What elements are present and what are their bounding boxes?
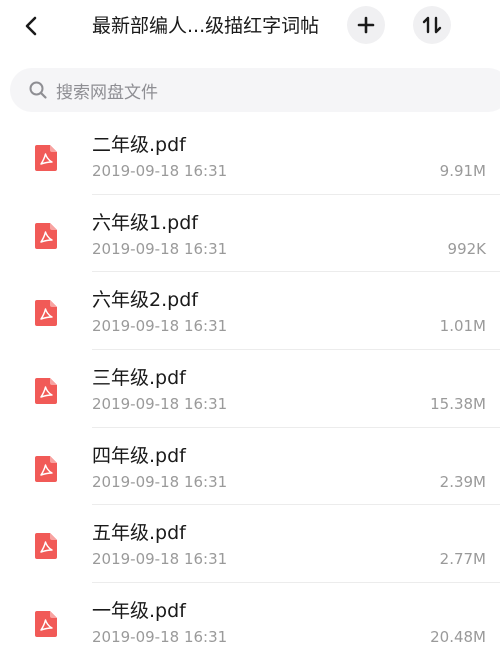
file-size: 1.01M [439, 317, 486, 336]
pdf-icon [33, 377, 59, 405]
page-title: 最新部编人...级描红字词帖 [92, 15, 320, 37]
file-name: 三年级.pdf [92, 367, 186, 390]
sort-button[interactable] [413, 6, 451, 44]
pdf-icon [33, 532, 59, 560]
file-row[interactable]: 四年级.pdf 2019-09-18 16:31 2.39M [0, 428, 500, 506]
pdf-icon [33, 144, 59, 172]
pdf-icon [33, 455, 59, 483]
search-input[interactable]: 搜索网盘文件 [56, 78, 158, 103]
back-button[interactable] [14, 8, 50, 44]
file-name: 五年级.pdf [92, 522, 186, 545]
file-size: 2.39M [439, 472, 486, 491]
file-size: 2.77M [439, 550, 486, 569]
file-date: 2019-09-18 16:31 [92, 550, 228, 569]
file-date: 2019-09-18 16:31 [92, 239, 228, 258]
search-bar[interactable]: 搜索网盘文件 [10, 68, 500, 112]
file-date: 2019-09-18 16:31 [92, 317, 228, 336]
pdf-icon [33, 299, 59, 327]
file-size: 992K [447, 239, 486, 258]
file-date: 2019-09-18 16:31 [92, 162, 228, 180]
file-row[interactable]: 五年级.pdf 2019-09-18 16:31 2.77M [0, 505, 500, 584]
file-row[interactable]: 六年级1.pdf 2019-09-18 16:31 992K [0, 195, 500, 273]
pdf-icon [33, 610, 59, 638]
pdf-icon [33, 222, 59, 250]
add-button[interactable] [347, 6, 385, 44]
plus-icon [357, 16, 375, 34]
file-date: 2019-09-18 16:31 [92, 472, 228, 491]
file-size: 20.48M [430, 628, 486, 647]
file-name: 一年级.pdf [92, 600, 186, 623]
search-icon [28, 80, 48, 100]
file-date: 2019-09-18 16:31 [92, 395, 228, 414]
file-list: 二年级.pdf 2019-09-18 16:31 9.91M 六年级1.pdf 2019… [0, 117, 500, 655]
file-name: 六年级1.pdf [92, 211, 198, 234]
file-row[interactable]: 三年级.pdf 2019-09-18 16:31 15.38M [0, 350, 500, 428]
file-row[interactable]: 六年级2.pdf 2019-09-18 16:31 1.01M [0, 272, 500, 351]
sort-arrows-icon [422, 16, 442, 34]
file-size: 15.38M [430, 395, 486, 414]
top-bar: 最新部编人...级描红字词帖 [0, 0, 500, 52]
chevron-left-icon [25, 16, 37, 36]
file-date: 2019-09-18 16:31 [92, 628, 228, 647]
file-name: 二年级.pdf [92, 134, 186, 156]
file-name: 四年级.pdf [92, 444, 186, 467]
file-size: 9.91M [439, 162, 486, 180]
file-row[interactable]: 二年级.pdf 2019-09-18 16:31 9.91M [0, 117, 500, 195]
file-row[interactable]: 一年级.pdf 2019-09-18 16:31 20.48M [0, 583, 500, 655]
file-name: 六年级2.pdf [92, 289, 198, 312]
